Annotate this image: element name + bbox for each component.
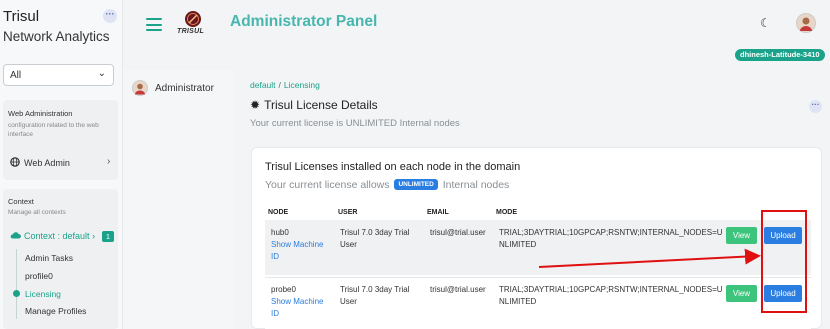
annotation-arrow — [538, 248, 761, 268]
